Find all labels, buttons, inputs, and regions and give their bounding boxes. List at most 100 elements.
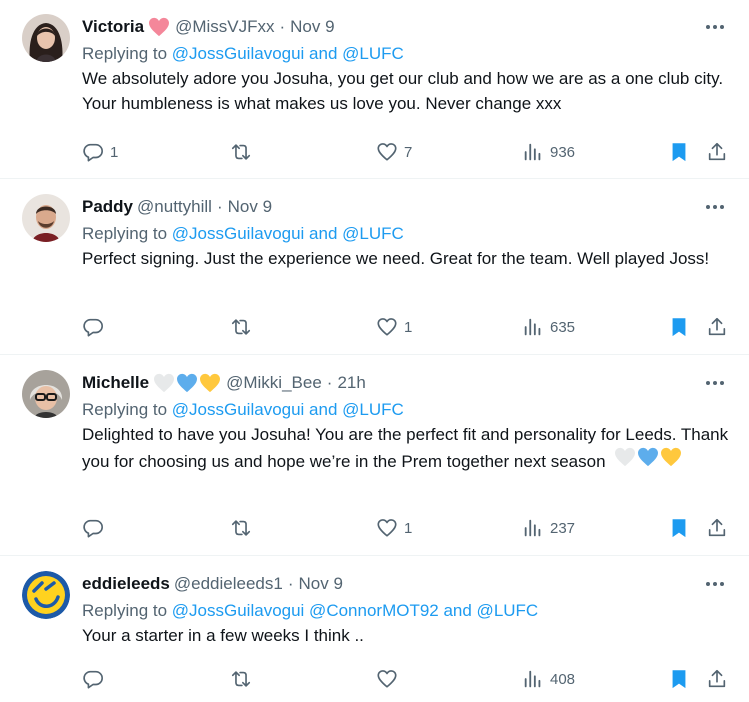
like-count: 1 <box>404 318 413 336</box>
reply-count: 1 <box>110 143 119 161</box>
reply-button[interactable] <box>82 315 110 339</box>
bookmark-button[interactable] <box>668 140 690 164</box>
views-chart-icon <box>524 318 541 336</box>
more-options-button[interactable] <box>703 198 727 216</box>
replying-to: Replying to @JossGuilavogui and @LUFC <box>82 223 729 245</box>
share-button[interactable] <box>706 667 728 691</box>
tweet-text: We absolutely adore you Josuha, you get … <box>82 66 729 116</box>
smiley-badge-icon <box>22 571 70 619</box>
replying-label: Replying to <box>82 400 168 419</box>
heart-outline-icon <box>377 519 397 537</box>
timestamp[interactable]: Nov 9 <box>290 17 334 37</box>
bookmark-filled-icon <box>672 519 686 538</box>
share-icon <box>708 518 726 537</box>
retweet-button[interactable] <box>230 315 258 339</box>
views-button[interactable]: 936 <box>522 140 575 164</box>
tweet[interactable]: Victoria @MissVJFxx · Nov 9 Replying to … <box>0 0 749 179</box>
user-handle[interactable]: @MissVJFxx <box>175 17 274 37</box>
retweet-icon <box>231 671 251 687</box>
display-name[interactable]: Michelle <box>82 373 149 393</box>
text-emoji <box>614 447 683 467</box>
views-chart-icon <box>524 670 541 688</box>
retweet-button[interactable] <box>230 667 258 691</box>
share-icon <box>708 317 726 336</box>
more-options-button[interactable] <box>703 18 727 36</box>
more-options-button[interactable] <box>703 575 727 593</box>
like-button[interactable]: 7 <box>376 140 412 164</box>
yellow-heart-icon <box>200 373 221 393</box>
views-button[interactable]: 635 <box>522 315 575 339</box>
share-icon <box>708 142 726 161</box>
reply-mentions[interactable]: @JossGuilavogui and @LUFC <box>172 44 404 63</box>
tweet-actions: 408 <box>82 667 733 691</box>
more-options-button[interactable] <box>703 374 727 392</box>
more-dots-icon <box>706 381 724 385</box>
name-emoji <box>148 17 171 37</box>
reply-mentions[interactable]: @JossGuilavogui and @LUFC <box>172 400 404 419</box>
tweet-text-body: Your a starter in a few weeks I think .. <box>82 626 364 645</box>
views-chart-icon <box>524 519 541 537</box>
bookmark-button[interactable] <box>668 516 690 540</box>
avatar-photo-icon <box>22 194 70 242</box>
tweet[interactable]: Paddy @nuttyhill · Nov 9 Replying to @Jo… <box>0 180 749 355</box>
bookmark-filled-icon <box>672 318 686 337</box>
timestamp[interactable]: Nov 9 <box>299 574 343 594</box>
user-handle[interactable]: @Mikki_Bee <box>226 373 322 393</box>
retweet-button[interactable] <box>230 140 258 164</box>
tweet-actions: 1 7 936 <box>82 140 733 164</box>
replying-to: Replying to @JossGuilavogui and @LUFC <box>82 43 729 65</box>
retweet-icon <box>231 144 251 160</box>
reply-mentions[interactable]: @JossGuilavogui and @LUFC <box>172 224 404 243</box>
heart-outline-icon <box>377 670 397 688</box>
display-name[interactable]: Victoria <box>82 17 144 37</box>
user-handle[interactable]: @eddieleeds1 <box>174 574 283 594</box>
user-handle[interactable]: @nuttyhill <box>137 197 212 217</box>
name-emoji <box>153 373 222 393</box>
retweet-button[interactable] <box>230 516 258 540</box>
tweet-text-body: Perfect signing. Just the experience we … <box>82 249 710 268</box>
view-count: 237 <box>550 519 576 537</box>
avatar[interactable] <box>22 194 70 242</box>
replying-label: Replying to <box>82 44 168 63</box>
avatar[interactable] <box>22 370 70 418</box>
timestamp[interactable]: Nov 9 <box>228 197 272 217</box>
heart-outline-icon <box>377 143 397 161</box>
share-icon <box>708 669 726 688</box>
reply-button[interactable]: 1 <box>82 140 118 164</box>
retweet-icon <box>231 520 251 536</box>
pink-heart-icon <box>149 17 170 37</box>
avatar[interactable] <box>22 14 70 62</box>
share-button[interactable] <box>706 315 728 339</box>
reply-button[interactable] <box>82 667 110 691</box>
white-heart-icon <box>154 373 175 393</box>
replying-to: Replying to @JossGuilavogui @ConnorMOT92… <box>82 600 729 622</box>
display-name[interactable]: eddieleeds <box>82 574 170 594</box>
reply-button[interactable] <box>82 516 110 540</box>
display-name[interactable]: Paddy <box>82 197 133 217</box>
share-button[interactable] <box>706 516 728 540</box>
bookmark-button[interactable] <box>668 315 690 339</box>
tweet[interactable]: eddieleeds @eddieleeds1 · Nov 9 Replying… <box>0 557 749 702</box>
like-button[interactable] <box>376 667 404 691</box>
separator-dot: · <box>326 373 333 392</box>
separator-dot: · <box>287 574 294 593</box>
avatar[interactable] <box>22 571 70 619</box>
timestamp[interactable]: 21h <box>337 373 365 393</box>
like-button[interactable]: 1 <box>376 315 412 339</box>
more-dots-icon <box>706 205 724 209</box>
view-count: 408 <box>550 670 576 688</box>
yellow-heart-icon <box>661 447 682 467</box>
share-button[interactable] <box>706 140 728 164</box>
tweet[interactable]: Michelle @Mikki_Bee · 21h Replying to @J… <box>0 356 749 556</box>
views-button[interactable]: 408 <box>522 667 575 691</box>
view-count: 635 <box>550 318 576 336</box>
views-button[interactable]: 237 <box>522 516 575 540</box>
blue-heart-icon <box>177 373 198 393</box>
bookmark-button[interactable] <box>668 667 690 691</box>
tweet-actions: 1 237 <box>82 516 733 540</box>
heart-outline-icon <box>377 318 397 336</box>
replying-label: Replying to <box>82 601 168 620</box>
like-button[interactable]: 1 <box>376 516 412 540</box>
bookmark-filled-icon <box>672 143 686 162</box>
reply-mentions[interactable]: @JossGuilavogui @ConnorMOT92 and @LUFC <box>172 601 538 620</box>
